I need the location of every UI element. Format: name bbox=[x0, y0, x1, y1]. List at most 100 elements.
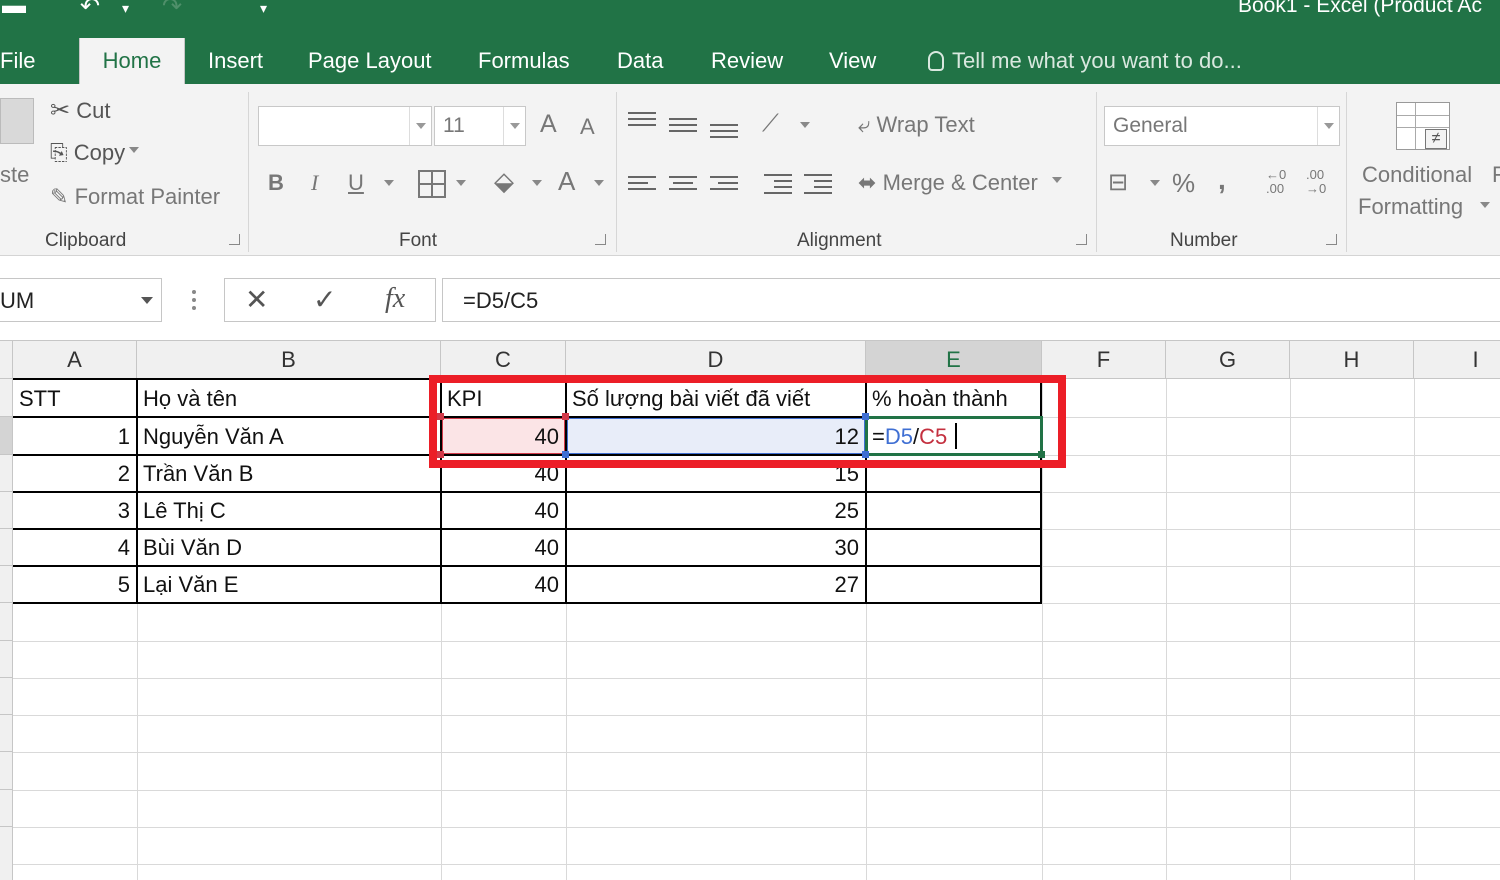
accounting-dropdown-icon[interactable] bbox=[1150, 180, 1160, 191]
percent-style-button[interactable]: % bbox=[1172, 168, 1195, 199]
underline-dropdown-icon[interactable] bbox=[384, 180, 394, 191]
drag-handle-icon[interactable] bbox=[192, 290, 196, 314]
font-name-dropdown[interactable] bbox=[258, 106, 432, 146]
column-header-b[interactable]: B bbox=[137, 341, 441, 379]
accounting-format-icon[interactable]: ⊟ bbox=[1108, 168, 1128, 197]
row-header[interactable] bbox=[0, 566, 13, 603]
align-left-icon[interactable] bbox=[628, 176, 656, 194]
row-header[interactable] bbox=[0, 641, 13, 678]
column-header-c[interactable]: C bbox=[441, 341, 566, 379]
table-cell[interactable]: 4 bbox=[13, 529, 136, 566]
table-cell[interactable]: 1 bbox=[13, 418, 136, 455]
row-header[interactable] bbox=[0, 455, 13, 492]
font-color-icon[interactable]: A bbox=[558, 166, 575, 197]
customize-toolbar-icon[interactable]: ▾ bbox=[260, 0, 267, 17]
table-cell[interactable]: 5 bbox=[13, 566, 136, 603]
align-right-icon[interactable] bbox=[710, 176, 738, 194]
column-header-e[interactable]: E bbox=[866, 341, 1042, 379]
clipboard-launcher-icon[interactable] bbox=[229, 234, 240, 245]
merge-center-button[interactable]: ⬌ Merge & Center bbox=[858, 170, 1062, 196]
decrease-decimal-icon[interactable]: .00 →0 bbox=[1306, 168, 1326, 196]
tab-view[interactable]: View bbox=[829, 38, 876, 84]
table-cell[interactable]: 40 bbox=[441, 492, 565, 529]
table-cell[interactable]: Trần Văn B bbox=[137, 455, 440, 492]
align-top-icon[interactable] bbox=[628, 112, 656, 130]
worksheet-grid[interactable]: A B C D E F G H I STT Họ và tên KPI Số l… bbox=[0, 340, 1500, 880]
italic-button[interactable]: I bbox=[311, 170, 318, 196]
column-header-i[interactable]: I bbox=[1414, 341, 1500, 379]
borders-dropdown-icon[interactable] bbox=[456, 180, 466, 191]
borders-icon[interactable] bbox=[418, 170, 446, 198]
table-cell[interactable]: 40 bbox=[441, 566, 565, 603]
name-box[interactable]: UM bbox=[0, 278, 162, 322]
enter-icon[interactable]: ✓ bbox=[313, 283, 336, 316]
increase-decimal-icon[interactable]: ←0.00 bbox=[1266, 168, 1286, 196]
table-header-cell[interactable]: Họ và tên bbox=[137, 380, 440, 417]
table-cell[interactable]: 40 bbox=[441, 529, 565, 566]
cut-button[interactable]: ✂ Cut bbox=[50, 96, 110, 125]
undo-icon[interactable]: ↶ bbox=[80, 0, 100, 21]
alignment-launcher-icon[interactable] bbox=[1076, 234, 1087, 245]
row-header[interactable] bbox=[0, 790, 13, 827]
tab-file[interactable]: File bbox=[0, 38, 35, 84]
row-header[interactable] bbox=[0, 379, 13, 417]
align-middle-icon[interactable] bbox=[669, 118, 697, 136]
tab-insert[interactable]: Insert bbox=[208, 38, 263, 84]
row-header[interactable] bbox=[0, 417, 13, 455]
row-header[interactable] bbox=[0, 492, 13, 529]
save-icon[interactable]: ▬ bbox=[2, 0, 26, 20]
bold-button[interactable]: B bbox=[268, 170, 284, 196]
column-header-a[interactable]: A bbox=[13, 341, 137, 379]
column-header-h[interactable]: H bbox=[1290, 341, 1414, 379]
tab-home[interactable]: Home bbox=[79, 38, 185, 84]
tab-data[interactable]: Data bbox=[617, 38, 663, 84]
tell-me-search[interactable]: Tell me what you want to do... bbox=[928, 38, 1242, 84]
comma-style-button[interactable]: , bbox=[1218, 164, 1226, 196]
table-cell[interactable]: Lại Văn E bbox=[137, 566, 440, 603]
row-header[interactable] bbox=[0, 715, 13, 752]
number-format-dropdown[interactable]: General bbox=[1104, 106, 1340, 146]
orientation-icon[interactable]: ⟋ bbox=[762, 110, 779, 138]
increase-indent-icon[interactable] bbox=[804, 174, 832, 198]
font-color-dropdown-icon[interactable] bbox=[594, 180, 604, 191]
font-launcher-icon[interactable] bbox=[595, 234, 606, 245]
redo-icon[interactable]: ↷ bbox=[162, 0, 182, 21]
column-header-g[interactable]: G bbox=[1166, 341, 1290, 379]
conditional-formatting-label-2[interactable]: Formatting bbox=[1358, 194, 1463, 220]
conditional-formatting-label-1[interactable]: Conditional bbox=[1362, 162, 1472, 188]
align-bottom-icon[interactable] bbox=[710, 124, 738, 142]
font-size-dropdown[interactable]: 11 bbox=[434, 106, 526, 146]
column-header-f[interactable]: F bbox=[1042, 341, 1166, 379]
format-as-table-partial[interactable]: F bbox=[1492, 162, 1500, 188]
row-header[interactable] bbox=[0, 752, 13, 790]
tab-formulas[interactable]: Formulas bbox=[478, 38, 570, 84]
row-header[interactable] bbox=[0, 827, 13, 880]
number-launcher-icon[interactable] bbox=[1326, 234, 1337, 245]
table-cell[interactable]: 25 bbox=[566, 492, 865, 529]
shrink-font-icon[interactable]: A bbox=[580, 114, 595, 140]
format-painter-button[interactable]: ✎ Format Painter bbox=[50, 184, 220, 210]
column-header-d[interactable]: D bbox=[566, 341, 866, 379]
paste-icon[interactable] bbox=[0, 98, 34, 144]
table-cell[interactable]: Lê Thị C bbox=[137, 492, 440, 529]
table-cell[interactable]: 30 bbox=[566, 529, 865, 566]
tab-review[interactable]: Review bbox=[711, 38, 783, 84]
decrease-indent-icon[interactable] bbox=[764, 174, 792, 198]
conditional-formatting-icon[interactable]: ≠ bbox=[1396, 102, 1450, 150]
table-cell[interactable]: 2 bbox=[13, 455, 136, 492]
table-cell[interactable]: Nguyễn Văn A bbox=[137, 418, 440, 455]
align-center-icon[interactable] bbox=[669, 176, 697, 194]
conditional-formatting-dropdown-icon[interactable] bbox=[1480, 202, 1490, 213]
paste-label[interactable]: ste bbox=[0, 162, 29, 188]
insert-function-icon[interactable]: fx bbox=[385, 283, 405, 315]
underline-button[interactable]: U bbox=[348, 170, 364, 196]
formula-input[interactable]: =D5/C5 bbox=[442, 278, 1500, 322]
table-header-cell[interactable]: STT bbox=[13, 380, 136, 417]
table-cell[interactable]: Bùi Văn D bbox=[137, 529, 440, 566]
undo-dropdown-icon[interactable]: ▾ bbox=[122, 0, 129, 17]
grow-font-icon[interactable]: A bbox=[540, 110, 557, 139]
cancel-icon[interactable]: ✕ bbox=[245, 283, 268, 316]
fill-color-icon[interactable]: ⬙ bbox=[494, 166, 514, 197]
row-header[interactable] bbox=[0, 603, 13, 641]
table-cell[interactable]: 27 bbox=[566, 566, 865, 603]
